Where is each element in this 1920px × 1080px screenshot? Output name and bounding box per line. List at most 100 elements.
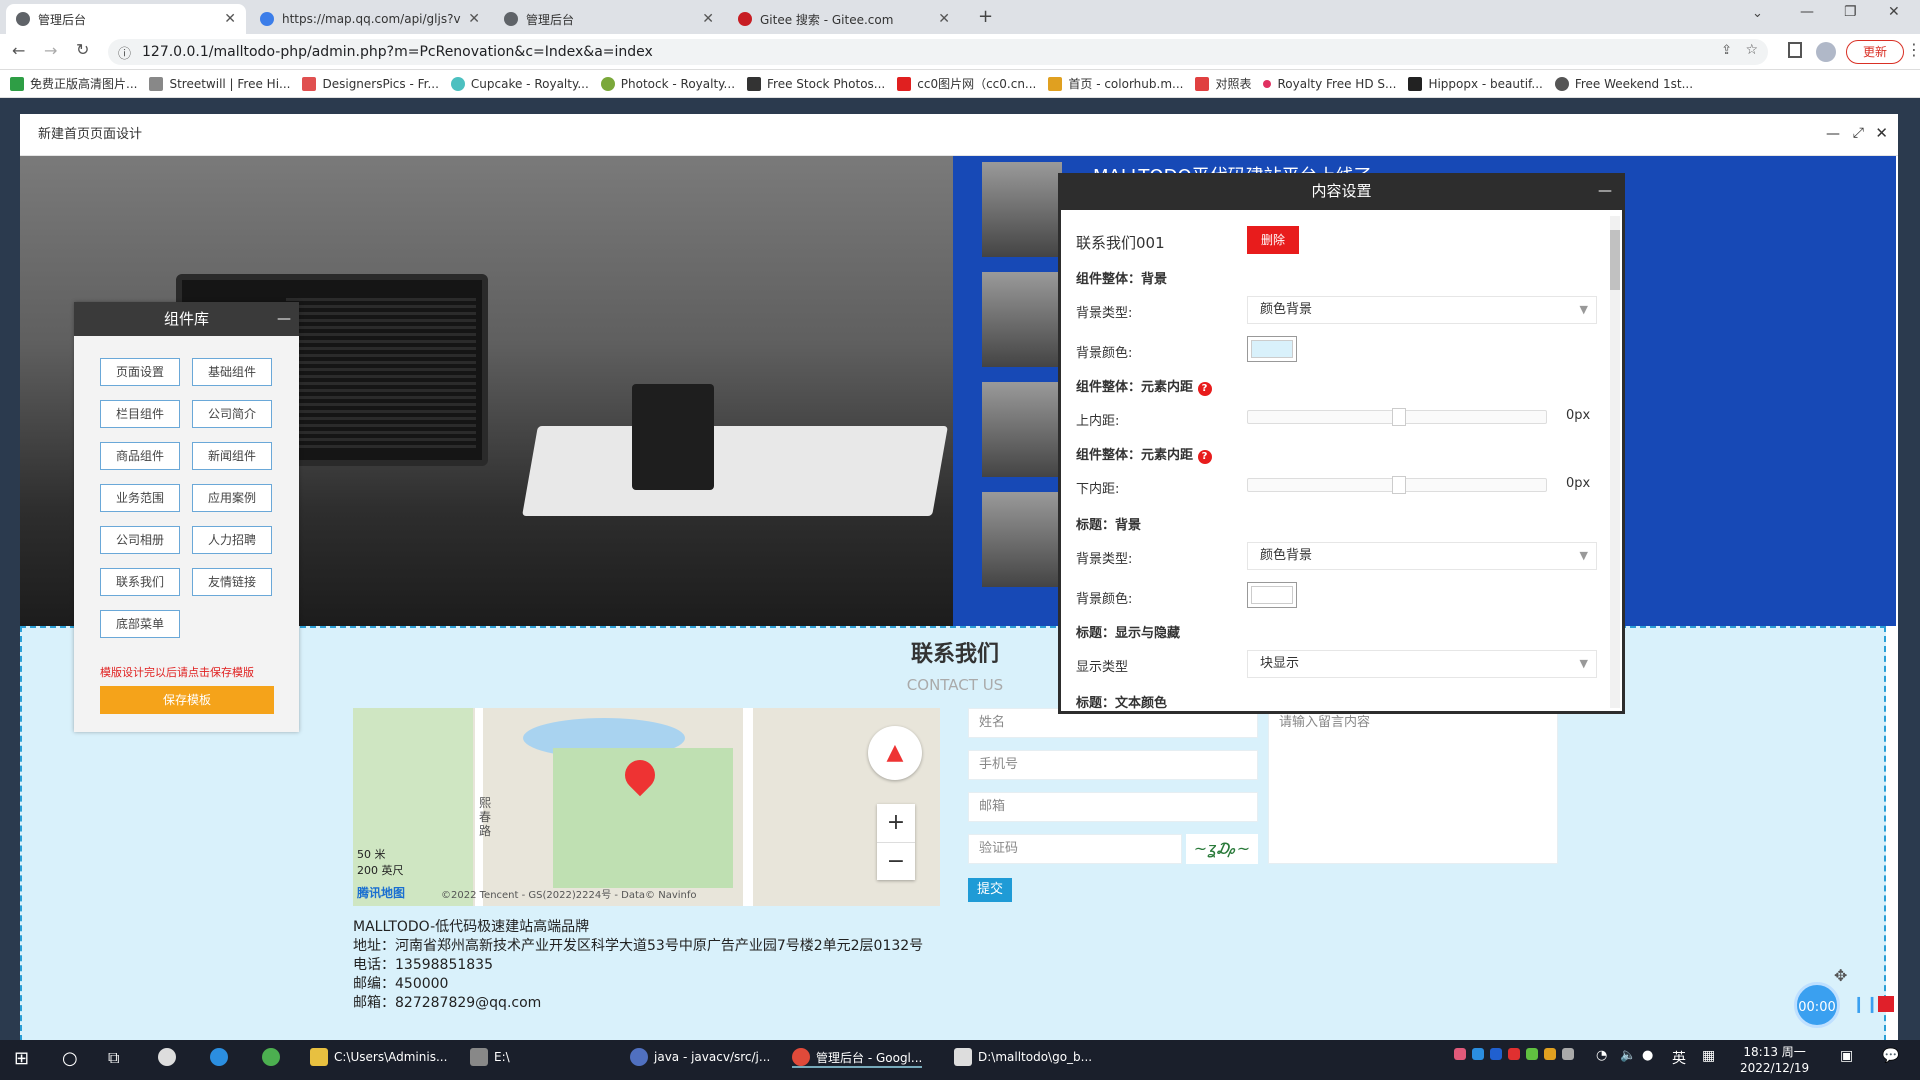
tray-icons[interactable] [1454,1048,1580,1060]
minimize-icon[interactable]: — [1826,126,1840,142]
bookmark-item[interactable]: Hippopx - beautif... [1408,76,1543,91]
close-window-icon[interactable]: ✕ [1888,4,1900,20]
bookmark-item[interactable]: Streetwill | Free Hi... [149,76,290,91]
menu-kebab-icon[interactable]: ⋮ [1906,40,1920,59]
profile-avatar[interactable] [1816,42,1836,62]
bookmark-item[interactable]: DesignersPics - Fr... [302,76,439,91]
content-settings-panel[interactable]: 内容设置 — 联系我们001 删除 组件整体：背景 背景类型: 颜色背景 背景颜… [1058,173,1625,714]
bookmark-item[interactable]: 对照表 [1195,75,1251,92]
keyboard-icon[interactable]: ▦ [1702,1048,1715,1064]
compass-icon[interactable]: ▲ [868,726,922,780]
map-widget[interactable]: 熙春路 ▲ + − 50 米 200 英尺 腾讯地图 ©2022 Tencent… [353,708,940,906]
taskbar-item-editor[interactable]: D:\malltodo\go_b... [954,1048,1092,1066]
windows-start-icon[interactable]: ⊞ [14,1048,29,1069]
network-icon[interactable]: ◔ [1596,1048,1607,1063]
help-icon[interactable]: ? [1197,382,1212,396]
phone-input[interactable]: 手机号 [968,750,1258,780]
update-button[interactable]: 更新 [1846,40,1904,64]
notification-icon[interactable]: 💬 [1882,1048,1899,1064]
edge-icon[interactable] [210,1048,234,1066]
component-goods[interactable]: 商品组件 [100,442,180,470]
scrollbar[interactable] [1610,216,1620,708]
bg-color-picker[interactable] [1247,336,1297,362]
zoom-in-button[interactable]: + [877,804,915,842]
bookmark-item[interactable]: 首页 - colorhub.m... [1048,75,1183,92]
component-page-settings[interactable]: 页面设置 [100,358,180,386]
maximize-icon[interactable]: ⤢ [1853,125,1864,141]
bookmark-star-icon[interactable]: ☆ [1745,42,1758,58]
url-input[interactable]: ⓘ 127.0.0.1/malltodo-php/admin.php?m=PcR… [108,39,1768,65]
content-settings-header[interactable]: 内容设置 — [1061,176,1622,210]
ime-indicator[interactable]: 英 [1672,1048,1686,1068]
message-textarea[interactable]: 请输入留言内容 [1268,708,1558,864]
minimize-window-icon[interactable]: — [1800,4,1814,20]
taskbar-item-explorer[interactable]: C:\Users\Adminis... [310,1048,447,1066]
clock[interactable]: 18:13 周一 2022/12/19 [1740,1044,1809,1076]
browser-tab-2[interactable]: https://map.qq.com/api/gljs?v ✕ [250,4,490,34]
share-icon[interactable]: ⇪ [1721,43,1732,58]
bg-type-select[interactable]: 颜色背景 [1247,296,1597,324]
component-column[interactable]: 栏目组件 [100,400,180,428]
back-icon[interactable]: ← [12,41,25,60]
browser-tab-4[interactable]: Gitee 搜索 - Gitee.com ✕ [728,4,960,34]
taskbar-item-chrome[interactable]: 管理后台 - Googl... [792,1048,923,1068]
captcha-input[interactable]: 验证码 [968,834,1182,864]
close-tab-icon[interactable]: ✕ [702,11,714,27]
component-contact[interactable]: 联系我们 [100,568,180,596]
collapse-icon[interactable]: — [1598,176,1612,206]
recorder-timer[interactable]: 00:00 [1794,982,1840,1028]
zoom-out-button[interactable]: − [877,842,915,880]
component-news[interactable]: 新闻组件 [192,442,272,470]
component-cases[interactable]: 应用案例 [192,484,272,512]
show-desktop-icon[interactable]: ▣ [1840,1048,1853,1064]
slider-handle[interactable] [1392,408,1406,426]
bookmark-item[interactable]: Free Weekend 1st... [1554,76,1693,91]
component-library-panel[interactable]: 组件库 — 页面设置 基础组件 栏目组件 公司简介 商品组件 新闻组件 业务范围… [74,302,299,732]
side-panel-icon[interactable] [1788,42,1802,58]
task-view-icon[interactable]: ⧉ [108,1048,119,1068]
browser-tab-3[interactable]: 管理后台 ✕ [494,4,724,34]
slider-handle[interactable] [1392,476,1406,494]
help-icon[interactable]: ? [1197,450,1212,464]
bookmark-item[interactable]: Free Stock Photos... [747,76,885,91]
submit-button[interactable]: 提交 [968,878,1012,902]
title-bg-color-picker[interactable] [1247,582,1297,608]
browser-tab-1[interactable]: 管理后台 ✕ [6,4,246,34]
email-input[interactable]: 邮箱 [968,792,1258,822]
component-footer-menu[interactable]: 底部菜单 [100,610,180,638]
component-friend-links[interactable]: 友情链接 [192,568,272,596]
app-icon[interactable] [158,1048,182,1066]
close-tab-icon[interactable]: ✕ [938,11,950,27]
bookmark-item[interactable]: Cupcake - Royalty... [450,76,589,91]
stop-icon[interactable] [1878,996,1894,1012]
component-business-scope[interactable]: 业务范围 [100,484,180,512]
bookmark-item[interactable]: Photock - Royalty... [600,76,735,91]
forward-icon[interactable]: → [44,41,57,60]
bookmark-item[interactable]: 免费正版高清图片... [10,75,137,92]
bookmark-item[interactable]: Royalty Free HD S... [1263,77,1396,91]
move-icon[interactable]: ✥ [1834,966,1847,985]
reload-icon[interactable]: ↻ [76,40,89,59]
wechat-icon[interactable] [262,1048,286,1066]
close-icon[interactable]: ✕ [1875,124,1888,142]
delete-button[interactable]: 删除 [1247,226,1299,254]
volume-icon[interactable]: 🔈 [1620,1048,1636,1063]
search-icon[interactable]: ○ [62,1048,78,1069]
scrollbar-thumb[interactable] [1610,230,1620,290]
display-type-select[interactable]: 块显示 [1247,650,1597,678]
component-recruitment[interactable]: 人力招聘 [192,526,272,554]
top-padding-slider[interactable] [1247,408,1547,426]
captcha-image[interactable]: ~ʓ₯~ [1186,834,1258,864]
bookmark-item[interactable]: cc0图片网（cc0.cn... [897,75,1036,92]
restore-window-icon[interactable]: ❐ [1844,4,1857,20]
microphone-icon[interactable]: ● [1642,1048,1653,1063]
component-basic[interactable]: 基础组件 [192,358,272,386]
title-bg-type-select[interactable]: 颜色背景 [1247,542,1597,570]
bottom-padding-slider[interactable] [1247,476,1547,494]
taskbar-item-ide[interactable]: java - javacv/src/j... [630,1048,770,1066]
component-company-intro[interactable]: 公司简介 [192,400,272,428]
pause-icon[interactable]: ❙❙ [1852,994,1879,1013]
chevron-down-icon[interactable]: ⌄ [1752,6,1763,21]
component-library-header[interactable]: 组件库 — [74,302,299,336]
component-album[interactable]: 公司相册 [100,526,180,554]
